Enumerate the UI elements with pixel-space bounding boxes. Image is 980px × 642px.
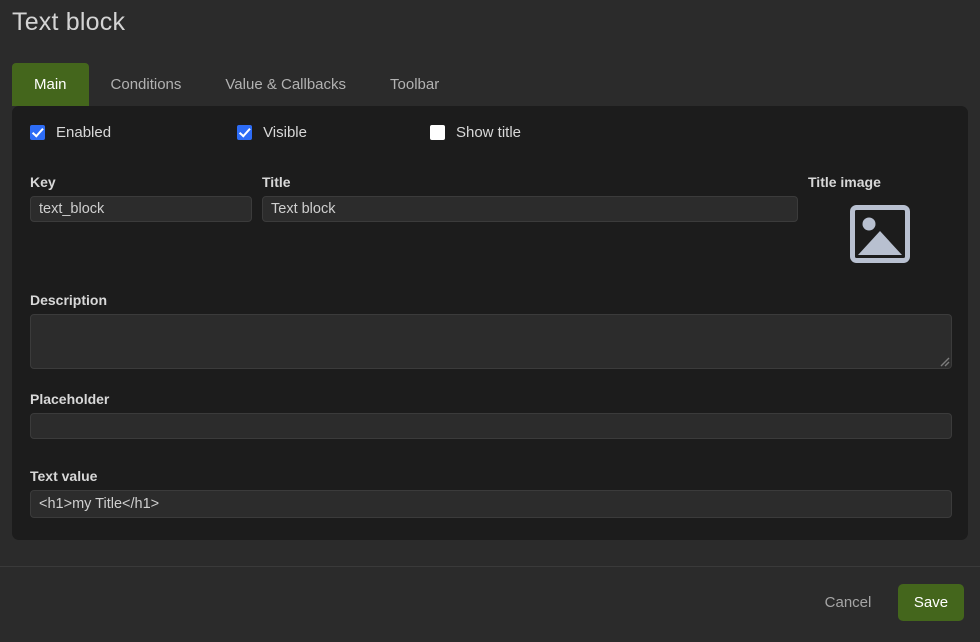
checkbox-enabled-label: Enabled (56, 124, 112, 141)
footer-divider (0, 566, 980, 567)
tab-value-callbacks[interactable]: Value & Callbacks (203, 63, 368, 106)
key-label: Key (30, 174, 56, 190)
checkbox-show-title-box[interactable] (429, 125, 445, 140)
checkbox-visible[interactable]: Visible (237, 124, 307, 141)
tab-main[interactable]: Main (12, 63, 89, 106)
tab-toolbar[interactable]: Toolbar (368, 63, 461, 106)
description-label: Description (30, 292, 108, 308)
checkbox-enabled[interactable]: Enabled (30, 124, 111, 141)
tab-bar: Main Conditions Value & Callbacks Toolba… (12, 63, 461, 106)
title-input[interactable] (262, 196, 798, 222)
text-value-input[interactable] (30, 490, 952, 518)
checkbox-row: Enabled Visible Show title (30, 124, 521, 141)
tab-conditions[interactable]: Conditions (89, 63, 204, 106)
checkbox-visible-label: Visible (263, 124, 307, 141)
placeholder-label: Placeholder (30, 391, 110, 407)
main-panel: Enabled Visible Show title Key Title Tit… (12, 106, 968, 540)
save-button[interactable]: Save (898, 584, 964, 621)
page-title: Text block (12, 8, 126, 36)
checkbox-show-title[interactable]: Show title (429, 124, 522, 141)
description-textarea[interactable] (30, 314, 952, 369)
dialog-root: Text block Main Conditions Value & Callb… (0, 0, 980, 642)
checkbox-enabled-box[interactable] (30, 125, 45, 140)
checkbox-show-title-label: Show title (455, 124, 522, 141)
text-value-label: Text value (30, 468, 98, 484)
title-image-label: Title image (808, 174, 881, 190)
key-input[interactable] (30, 196, 252, 222)
cancel-button[interactable]: Cancel (812, 586, 884, 619)
title-label: Title (262, 174, 291, 190)
image-placeholder-icon[interactable] (849, 205, 911, 263)
placeholder-input[interactable] (30, 413, 952, 439)
checkbox-visible-box[interactable] (237, 125, 253, 140)
